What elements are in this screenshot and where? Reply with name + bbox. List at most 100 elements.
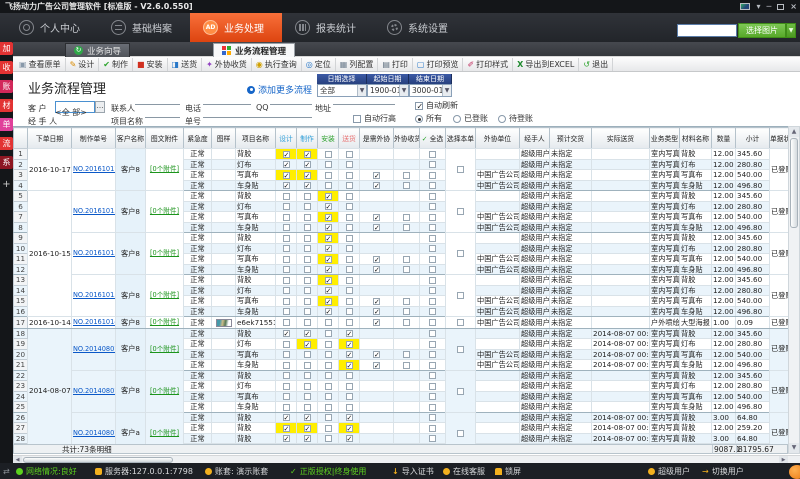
deliver-checkbox[interactable] <box>346 172 353 179</box>
outsource-receive-checkbox[interactable] <box>403 298 410 305</box>
make-checkbox[interactable] <box>304 277 311 284</box>
install-checkbox[interactable] <box>325 203 332 210</box>
deliver-checkbox[interactable] <box>346 193 353 200</box>
design-checkbox[interactable] <box>283 235 290 242</box>
order-number-link[interactable]: NO.201610150001 <box>73 291 116 299</box>
design-checkbox[interactable] <box>283 151 290 158</box>
make-checkbox[interactable] <box>304 193 311 200</box>
make-checkbox[interactable] <box>304 161 311 168</box>
select-row-checkbox[interactable] <box>429 383 436 390</box>
design-checkbox[interactable] <box>283 319 290 326</box>
design-checkbox[interactable] <box>283 351 290 358</box>
deliver-button[interactable]: ◨送货 <box>168 58 203 71</box>
tab-business-wizard[interactable]: ↻ 业务向导 <box>65 43 130 57</box>
install-checkbox[interactable] <box>325 277 332 284</box>
deliver-checkbox[interactable] <box>346 308 353 315</box>
make-checkbox[interactable] <box>304 425 311 432</box>
select-order-checkbox[interactable] <box>457 292 464 299</box>
sidebar-shortcut-0[interactable]: 加 <box>0 42 13 55</box>
column-header-attach[interactable]: 图文附件 <box>146 128 184 149</box>
design-checkbox[interactable] <box>283 393 290 400</box>
select-row-checkbox[interactable] <box>429 193 436 200</box>
design-checkbox[interactable] <box>283 224 290 231</box>
deliver-checkbox[interactable] <box>346 362 353 369</box>
sidebar-shortcut-2[interactable]: 账 <box>0 80 13 93</box>
switch-user-link[interactable]: → 切换用户 <box>702 463 744 479</box>
design-button[interactable]: ✎设计 <box>66 58 100 71</box>
outsource-receive-checkbox[interactable] <box>403 266 410 273</box>
select-row-checkbox[interactable] <box>429 414 436 421</box>
deliver-checkbox[interactable] <box>346 245 353 252</box>
order-number-link[interactable]: NO.201408070002 <box>73 387 116 395</box>
select-row-checkbox[interactable] <box>429 393 436 400</box>
scroll-down-icon[interactable]: ▼ <box>789 443 799 453</box>
design-checkbox[interactable] <box>283 383 290 390</box>
import-cert-link[interactable]: ↓ 导入证书 <box>392 463 434 479</box>
order-number-link[interactable]: NO.201408070003 <box>73 345 116 353</box>
install-checkbox[interactable] <box>325 266 332 273</box>
view-original-button[interactable]: ▣查看原单 <box>15 58 66 71</box>
column-header-install[interactable]: 安装 <box>318 128 339 149</box>
install-checkbox[interactable] <box>325 245 332 252</box>
column-header-select_all[interactable]: ✓ 全选 <box>420 128 446 149</box>
orderno-input[interactable] <box>203 107 312 118</box>
horizontal-scrollbar[interactable]: ◀ ▶ <box>13 455 800 463</box>
select-row-checkbox[interactable] <box>429 172 436 179</box>
phone-input[interactable] <box>203 94 251 105</box>
image-search-input[interactable] <box>677 24 737 37</box>
minimize-button[interactable]: ─ <box>766 2 771 12</box>
column-header-actual[interactable]: 实际送货 <box>592 128 650 149</box>
table-row[interactable]: 172016-10-14NO.201610140001客户8[0个附件]正常e6… <box>14 317 789 329</box>
outsource-receive-checkbox[interactable] <box>403 362 410 369</box>
column-header-select_order[interactable]: 选择本单 <box>446 128 476 149</box>
select-row-checkbox[interactable] <box>429 161 436 168</box>
design-checkbox[interactable] <box>283 287 290 294</box>
select-row-checkbox[interactable] <box>429 319 436 326</box>
install-checkbox[interactable] <box>325 383 332 390</box>
attachment-link[interactable]: [0个附件] <box>150 318 179 326</box>
make-checkbox[interactable] <box>304 351 311 358</box>
radio-posted-icon[interactable] <box>453 115 461 123</box>
design-checkbox[interactable] <box>283 266 290 273</box>
auto-row-height-option[interactable]: 自动行高 <box>353 113 396 124</box>
deliver-checkbox[interactable] <box>346 151 353 158</box>
design-checkbox[interactable] <box>283 256 290 263</box>
make-checkbox[interactable] <box>304 435 311 442</box>
make-checkbox[interactable] <box>304 287 311 294</box>
column-header-date[interactable]: 下单日期 <box>28 128 72 149</box>
column-header-status[interactable]: 单据状态 <box>770 128 789 149</box>
handler-select[interactable]: <全 部> <box>55 107 105 118</box>
design-checkbox[interactable] <box>283 172 290 179</box>
project-input[interactable] <box>145 107 180 118</box>
attachment-link[interactable]: [0个附件] <box>150 387 179 395</box>
export-excel-button[interactable]: X导出到EXCEL <box>513 58 579 71</box>
nav-tab-settings[interactable]: 系统设置 <box>374 13 466 42</box>
select-row-checkbox[interactable] <box>429 372 436 379</box>
make-checkbox[interactable] <box>304 383 311 390</box>
design-checkbox[interactable] <box>283 330 290 337</box>
install-checkbox[interactable] <box>325 362 332 369</box>
outsource-checkbox[interactable] <box>373 172 380 179</box>
install-checkbox[interactable] <box>325 319 332 326</box>
make-checkbox[interactable] <box>304 372 311 379</box>
column-header-rownum[interactable] <box>14 128 28 149</box>
deliver-checkbox[interactable] <box>346 256 353 263</box>
column-header-customer[interactable]: 客户名称 <box>116 128 146 149</box>
outsource-receive-checkbox[interactable] <box>403 182 410 189</box>
install-checkbox[interactable] <box>325 393 332 400</box>
design-checkbox[interactable] <box>283 214 290 221</box>
install-checkbox[interactable] <box>325 224 332 231</box>
outsource-receive-checkbox[interactable] <box>403 256 410 263</box>
select-row-checkbox[interactable] <box>429 435 436 442</box>
column-header-qty[interactable]: 数量 <box>712 128 736 149</box>
install-checkbox[interactable] <box>325 404 332 411</box>
select-row-checkbox[interactable] <box>429 203 436 210</box>
outsource-checkbox[interactable] <box>373 362 380 369</box>
select-row-checkbox[interactable] <box>429 287 436 294</box>
install-checkbox[interactable] <box>325 435 332 442</box>
select-row-checkbox[interactable] <box>429 404 436 411</box>
execute-query-button[interactable]: ◉执行查询 <box>252 58 302 71</box>
deliver-checkbox[interactable] <box>346 224 353 231</box>
sidebar-shortcut-3[interactable]: 材 <box>0 99 13 112</box>
attachment-link[interactable]: [0个附件] <box>150 165 179 173</box>
